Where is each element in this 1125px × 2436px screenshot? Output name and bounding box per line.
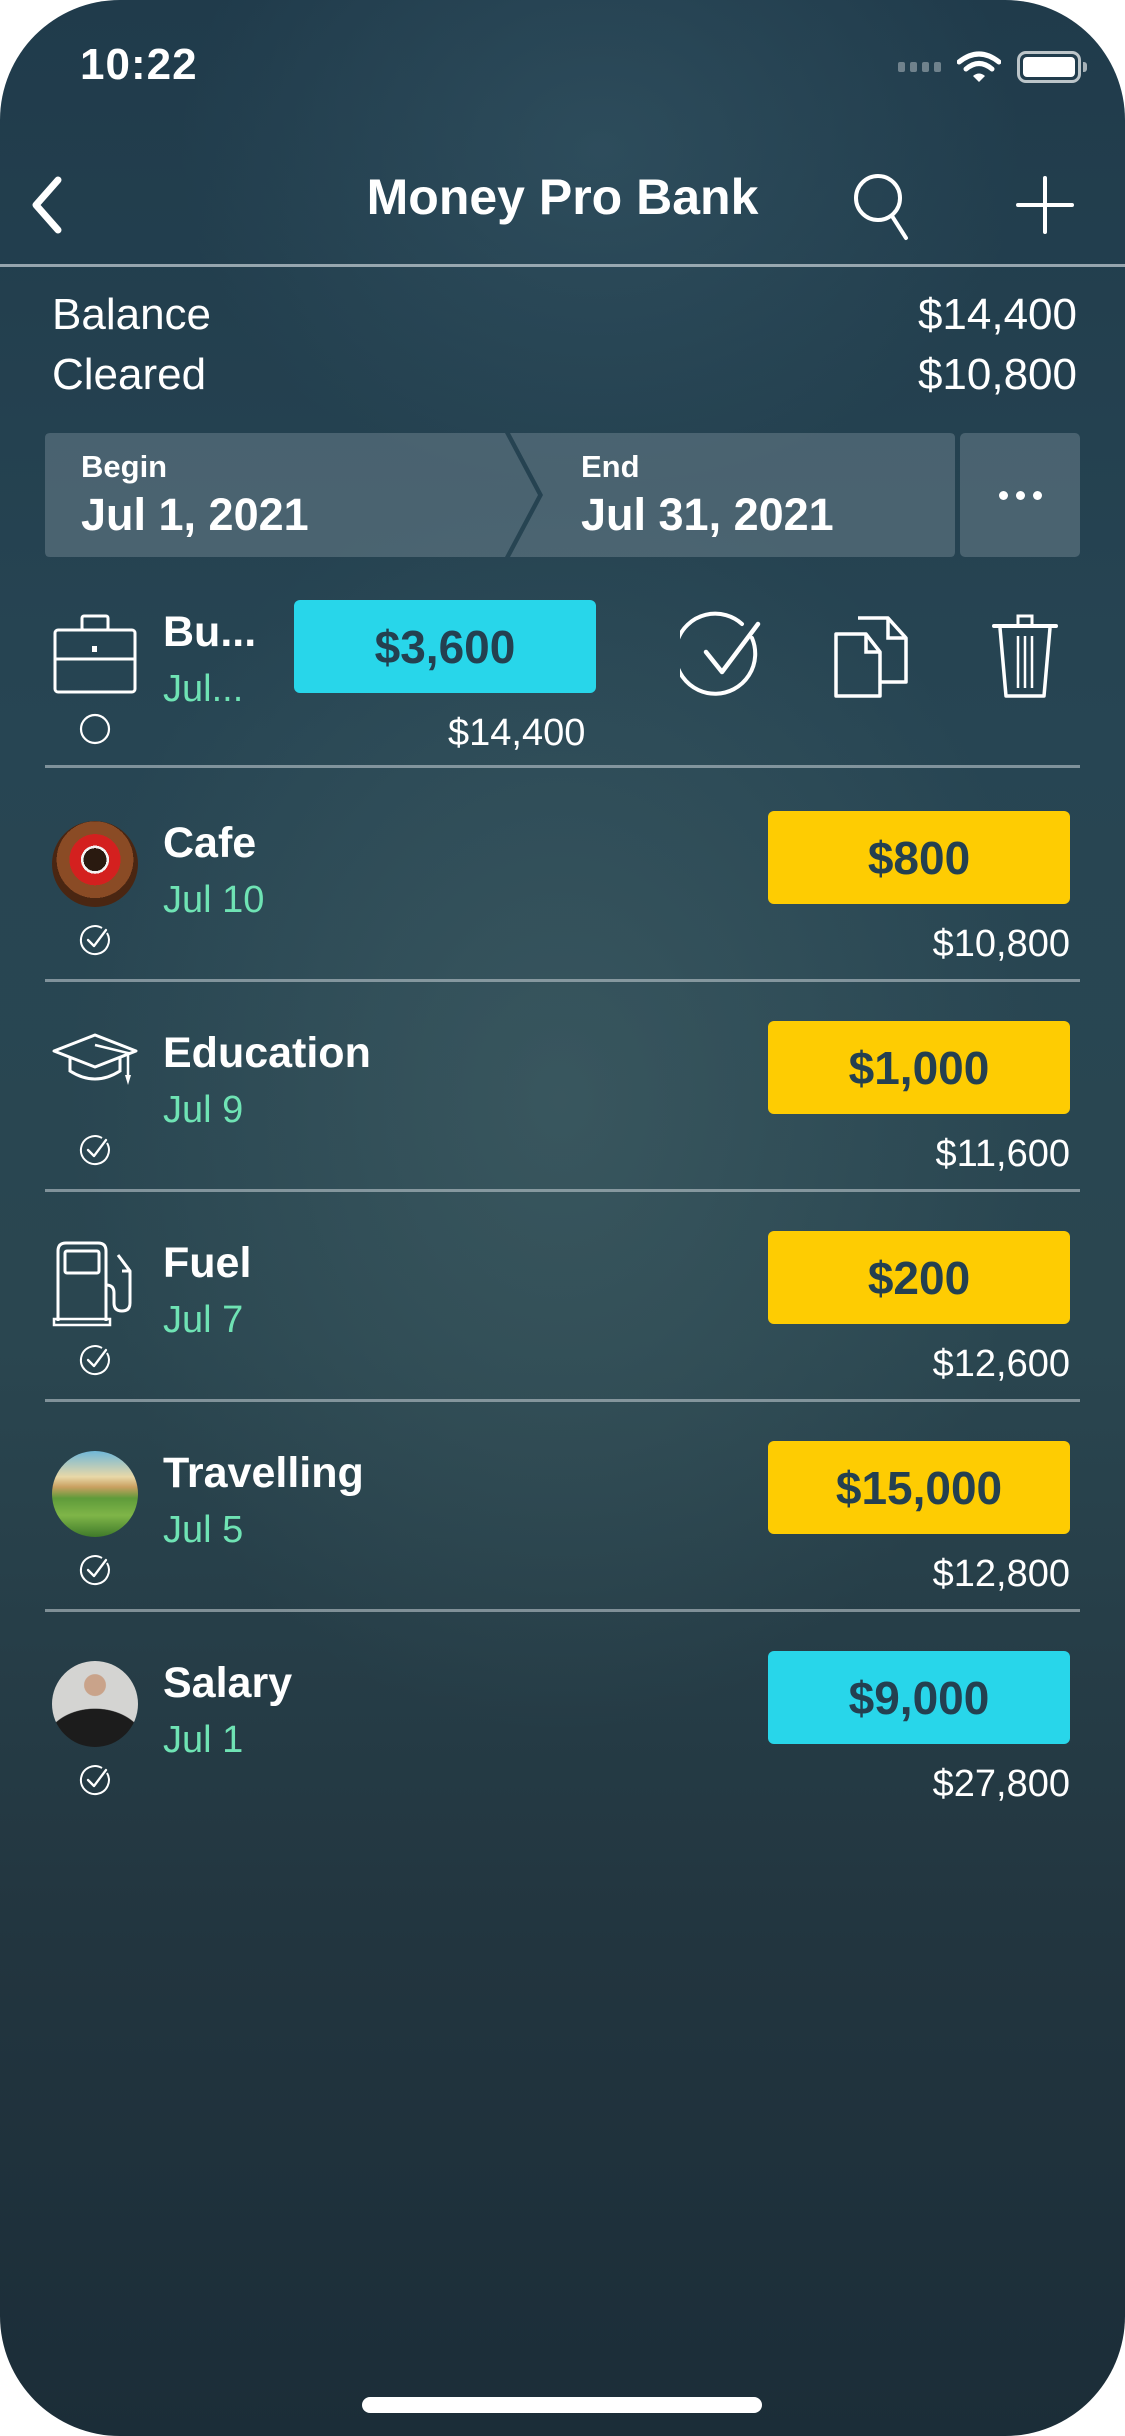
- transaction-amount[interactable]: $1,000: [768, 1021, 1070, 1114]
- transaction-row[interactable]: Education Jul 9 $1,000 $11,600: [0, 1021, 1125, 1231]
- balance-row: Balance $14,400: [52, 290, 1077, 340]
- battery-icon: [1017, 51, 1087, 83]
- transaction-name: Bu...: [163, 608, 257, 656]
- add-transaction-button[interactable]: [1010, 170, 1080, 240]
- running-balance: $12,800: [932, 1553, 1070, 1595]
- wifi-icon: [957, 51, 1001, 82]
- begin-date-button[interactable]: Begin Jul 1, 2021: [45, 433, 515, 557]
- uncleared-circle-icon[interactable]: [78, 712, 112, 746]
- balance-value: $14,400: [917, 290, 1077, 339]
- transaction-name: Cafe: [163, 819, 257, 867]
- transaction-amount[interactable]: $15,000: [768, 1441, 1070, 1534]
- running-balance: $27,800: [932, 1763, 1070, 1805]
- cleared-value: $10,800: [917, 350, 1077, 399]
- trash-icon[interactable]: [980, 610, 1070, 700]
- signal-icon: [898, 62, 941, 72]
- transaction-row[interactable]: Fuel Jul 7 $200 $12,600: [0, 1231, 1125, 1441]
- person-photo-icon: [52, 1661, 138, 1747]
- app-screen: 10:22 Money Pro Bank Balance $14,400 Cle…: [0, 0, 1125, 2436]
- page-title: Money Pro Bank: [366, 169, 759, 225]
- status-time: 10:22: [80, 40, 198, 89]
- cleared-label: Cleared: [52, 350, 207, 399]
- cleared-check-icon[interactable]: [78, 923, 112, 957]
- begin-label: Begin: [81, 449, 168, 484]
- status-icons: [898, 50, 1087, 84]
- transaction-date: Jul...: [163, 668, 244, 710]
- graduation-cap-icon: [52, 1033, 138, 1085]
- transaction-name: Education: [163, 1029, 371, 1077]
- transaction-date: Jul 1: [163, 1719, 244, 1761]
- balance-label: Balance: [52, 290, 212, 339]
- copy-icon[interactable]: [828, 610, 918, 700]
- travel-photo-icon: [52, 1451, 138, 1537]
- cleared-check-icon[interactable]: [78, 1763, 112, 1797]
- ellipsis-dot: [1032, 490, 1042, 500]
- coffee-cup-icon: [52, 821, 138, 907]
- end-date-button[interactable]: End Jul 31, 2021: [515, 433, 955, 557]
- nav-divider: [0, 264, 1125, 267]
- check-circle-icon[interactable]: [680, 610, 770, 700]
- transaction-name: Travelling: [163, 1449, 364, 1497]
- row-divider: [45, 979, 1080, 982]
- nav-bar: Money Pro Bank: [0, 150, 1125, 265]
- transaction-name: Salary: [163, 1659, 293, 1707]
- transaction-amount[interactable]: $3,600: [294, 600, 596, 693]
- row-divider: [45, 765, 1080, 768]
- transaction-amount[interactable]: $200: [768, 1231, 1070, 1324]
- row-divider: [45, 1399, 1080, 1402]
- transaction-row[interactable]: Salary Jul 1 $9,000 $27,800: [0, 1651, 1125, 1861]
- transaction-name: Fuel: [163, 1239, 252, 1287]
- cleared-check-icon[interactable]: [78, 1133, 112, 1167]
- ellipsis-dot: [1015, 490, 1025, 500]
- transaction-amount[interactable]: $800: [768, 811, 1070, 904]
- transaction-date: Jul 7: [163, 1299, 244, 1341]
- transaction-date: Jul 10: [163, 879, 265, 921]
- end-label: End: [581, 449, 640, 484]
- cleared-check-icon[interactable]: [78, 1553, 112, 1587]
- home-indicator[interactable]: [362, 2397, 762, 2413]
- search-icon[interactable]: [848, 166, 918, 246]
- fuel-pump-icon: [52, 1241, 132, 1327]
- briefcase-icon: [53, 614, 137, 694]
- running-balance: $12,600: [932, 1343, 1070, 1385]
- cleared-row: Cleared $10,800: [52, 350, 1077, 400]
- transaction-amount[interactable]: $9,000: [768, 1651, 1070, 1744]
- running-balance: $10,800: [932, 923, 1070, 965]
- end-value: Jul 31, 2021: [581, 489, 834, 540]
- transaction-row[interactable]: Travelling Jul 5 $15,000 $12,800: [0, 1441, 1125, 1651]
- ellipsis-dot: [998, 490, 1008, 500]
- transaction-row[interactable]: Cafe Jul 10 $800 $10,800: [0, 811, 1125, 1021]
- more-options-button[interactable]: [960, 433, 1080, 557]
- begin-value: Jul 1, 2021: [81, 489, 309, 540]
- row-divider: [45, 1609, 1080, 1612]
- date-range: Begin Jul 1, 2021 End Jul 31, 2021: [45, 433, 955, 557]
- transaction-date: Jul 5: [163, 1509, 244, 1551]
- cleared-check-icon[interactable]: [78, 1343, 112, 1377]
- running-balance: $11,600: [935, 1133, 1070, 1175]
- row-divider: [45, 1189, 1080, 1192]
- transaction-row-selected[interactable]: Bu... Jul... $3,600 $14,400: [0, 600, 1125, 810]
- running-balance: $14,400: [448, 712, 586, 754]
- transaction-date: Jul 9: [163, 1089, 244, 1131]
